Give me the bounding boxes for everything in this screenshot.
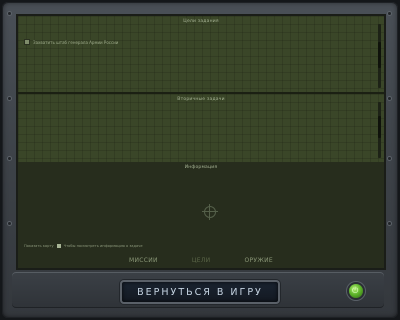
show-map-label: Показать карту [24,244,54,248]
rivet-icon [388,12,391,15]
return-to-game-button[interactable]: ВЕРНУТЬСЯ В ИГРУ [120,280,280,304]
show-map-checkbox[interactable] [56,244,61,248]
tab-missions[interactable]: МИССИИ [129,257,158,264]
secondary-panel: Вторичные задачи [18,94,384,162]
rivet-icon [8,12,11,15]
tab-weapons[interactable]: ОРУЖИЕ [244,257,273,264]
secondary-scroll-thumb[interactable] [378,116,381,138]
secondary-scrollbar[interactable] [378,102,381,158]
rivet-icon [388,157,391,160]
power-orb-button[interactable]: ⏻ [349,284,363,298]
info-panel: Информация Показать карту Чтобы посмотре… [18,162,384,268]
briefing-screen: Цели задания Захватить штаб генерала Арм… [16,14,386,270]
show-map-row[interactable]: Показать карту Чтобы посмотреть информац… [24,244,143,248]
rivet-icon [8,157,11,160]
objective-item[interactable]: Захватить штаб генерала Армии России [24,39,118,45]
objectives-scroll-thumb[interactable] [378,42,381,68]
rivet-icon [388,97,391,100]
rivet-icon [388,222,391,225]
secondary-title: Вторичные задачи [177,97,225,102]
info-title: Информация [184,165,218,170]
rivet-icon [8,97,11,100]
objectives-panel: Цели задания Захватить штаб генерала Арм… [18,16,384,92]
objectives-title: Цели задания [183,19,219,24]
rivet-icon [8,222,11,225]
objective-checkbox-icon [24,39,30,45]
crosshair-icon [202,204,218,220]
objective-text: Захватить штаб генерала Армии России [33,39,119,45]
tab-objectives[interactable]: ЦЕЛИ [192,257,211,264]
power-icon: ⏻ [352,286,359,295]
objectives-scrollbar[interactable] [378,24,381,88]
show-map-hint: Чтобы посмотреть информацию о задаче [63,244,143,248]
briefing-tabs: МИССИИ ЦЕЛИ ОРУЖИЕ [18,254,384,266]
